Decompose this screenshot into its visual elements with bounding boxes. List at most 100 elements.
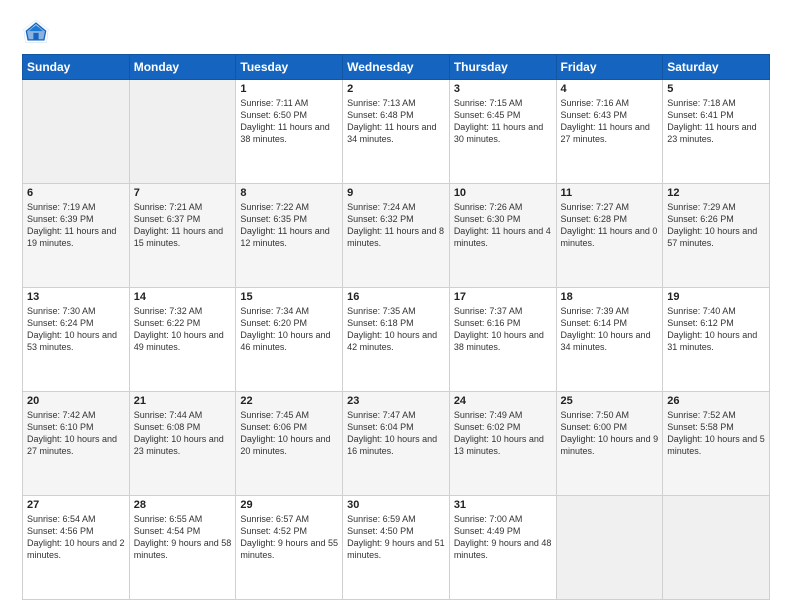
day-info: Sunrise: 7:45 AM Sunset: 6:06 PM Dayligh… xyxy=(240,409,338,458)
day-info: Sunrise: 7:15 AM Sunset: 6:45 PM Dayligh… xyxy=(454,97,552,146)
day-number: 20 xyxy=(27,395,125,407)
calendar-header-row: SundayMondayTuesdayWednesdayThursdayFrid… xyxy=(23,55,770,80)
day-info: Sunrise: 7:00 AM Sunset: 4:49 PM Dayligh… xyxy=(454,513,552,562)
day-number: 23 xyxy=(347,395,445,407)
calendar-cell xyxy=(129,80,236,184)
calendar-header-wednesday: Wednesday xyxy=(343,55,450,80)
day-info: Sunrise: 7:50 AM Sunset: 6:00 PM Dayligh… xyxy=(561,409,659,458)
day-info: Sunrise: 7:16 AM Sunset: 6:43 PM Dayligh… xyxy=(561,97,659,146)
calendar-cell xyxy=(663,496,770,600)
calendar-cell: 24 Sunrise: 7:49 AM Sunset: 6:02 PM Dayli… xyxy=(449,392,556,496)
day-info: Sunrise: 7:24 AM Sunset: 6:32 PM Dayligh… xyxy=(347,201,445,250)
calendar-cell: 17 Sunrise: 7:37 AM Sunset: 6:16 PM Dayli… xyxy=(449,288,556,392)
calendar-cell: 27Sunrise: 6:54 AM Sunset: 4:56 PM Dayli… xyxy=(23,496,130,600)
day-info: Sunrise: 7:29 AM Sunset: 6:26 PM Dayligh… xyxy=(667,201,765,250)
calendar-week-1: 1 Sunrise: 7:11 AM Sunset: 6:50 PM Daylig… xyxy=(23,80,770,184)
day-number: 3 xyxy=(454,83,552,95)
calendar-cell xyxy=(556,496,663,600)
day-number: 13 xyxy=(27,291,125,303)
day-info: Sunrise: 6:57 AM Sunset: 4:52 PM Dayligh… xyxy=(240,513,338,562)
calendar-cell: 23 Sunrise: 7:47 AM Sunset: 6:04 PM Dayli… xyxy=(343,392,450,496)
day-number: 14 xyxy=(134,291,232,303)
day-info: Sunrise: 7:47 AM Sunset: 6:04 PM Dayligh… xyxy=(347,409,445,458)
calendar-cell: 19 Sunrise: 7:40 AM Sunset: 6:12 PM Dayli… xyxy=(663,288,770,392)
day-info: Sunrise: 7:27 AM Sunset: 6:28 PM Dayligh… xyxy=(561,201,659,250)
day-number: 24 xyxy=(454,395,552,407)
header xyxy=(22,18,770,46)
day-info: Sunrise: 6:59 AM Sunset: 4:50 PM Dayligh… xyxy=(347,513,445,562)
day-number: 16 xyxy=(347,291,445,303)
calendar-cell: 29 Sunrise: 6:57 AM Sunset: 4:52 PM Dayli… xyxy=(236,496,343,600)
calendar-cell: 12 Sunrise: 7:29 AM Sunset: 6:26 PM Dayli… xyxy=(663,184,770,288)
calendar-cell: 18 Sunrise: 7:39 AM Sunset: 6:14 PM Dayli… xyxy=(556,288,663,392)
day-info: Sunrise: 7:42 AM Sunset: 6:10 PM Dayligh… xyxy=(27,409,125,458)
calendar-cell xyxy=(23,80,130,184)
day-info: Sunrise: 7:49 AM Sunset: 6:02 PM Dayligh… xyxy=(454,409,552,458)
calendar-week-3: 13Sunrise: 7:30 AM Sunset: 6:24 PM Dayli… xyxy=(23,288,770,392)
day-info: Sunrise: 7:40 AM Sunset: 6:12 PM Dayligh… xyxy=(667,305,765,354)
day-number: 27 xyxy=(27,499,125,511)
calendar-header-tuesday: Tuesday xyxy=(236,55,343,80)
day-number: 7 xyxy=(134,187,232,199)
day-number: 31 xyxy=(454,499,552,511)
calendar-cell: 31 Sunrise: 7:00 AM Sunset: 4:49 PM Dayli… xyxy=(449,496,556,600)
calendar-cell: 16 Sunrise: 7:35 AM Sunset: 6:18 PM Dayli… xyxy=(343,288,450,392)
calendar-header-thursday: Thursday xyxy=(449,55,556,80)
calendar-cell: 26 Sunrise: 7:52 AM Sunset: 5:58 PM Dayli… xyxy=(663,392,770,496)
calendar-cell: 28 Sunrise: 6:55 AM Sunset: 4:54 PM Dayli… xyxy=(129,496,236,600)
day-number: 4 xyxy=(561,83,659,95)
day-number: 19 xyxy=(667,291,765,303)
calendar-cell: 4 Sunrise: 7:16 AM Sunset: 6:43 PM Daylig… xyxy=(556,80,663,184)
logo xyxy=(22,18,54,46)
calendar-cell: 13Sunrise: 7:30 AM Sunset: 6:24 PM Dayli… xyxy=(23,288,130,392)
day-number: 2 xyxy=(347,83,445,95)
day-number: 25 xyxy=(561,395,659,407)
day-number: 28 xyxy=(134,499,232,511)
calendar-cell: 3 Sunrise: 7:15 AM Sunset: 6:45 PM Daylig… xyxy=(449,80,556,184)
day-number: 5 xyxy=(667,83,765,95)
day-info: Sunrise: 7:34 AM Sunset: 6:20 PM Dayligh… xyxy=(240,305,338,354)
page: SundayMondayTuesdayWednesdayThursdayFrid… xyxy=(0,0,792,612)
day-number: 21 xyxy=(134,395,232,407)
day-number: 1 xyxy=(240,83,338,95)
day-number: 10 xyxy=(454,187,552,199)
day-number: 29 xyxy=(240,499,338,511)
day-info: Sunrise: 7:44 AM Sunset: 6:08 PM Dayligh… xyxy=(134,409,232,458)
calendar-cell: 25 Sunrise: 7:50 AM Sunset: 6:00 PM Dayli… xyxy=(556,392,663,496)
day-info: Sunrise: 7:18 AM Sunset: 6:41 PM Dayligh… xyxy=(667,97,765,146)
day-number: 12 xyxy=(667,187,765,199)
day-number: 22 xyxy=(240,395,338,407)
day-info: Sunrise: 7:22 AM Sunset: 6:35 PM Dayligh… xyxy=(240,201,338,250)
calendar-cell: 5 Sunrise: 7:18 AM Sunset: 6:41 PM Daylig… xyxy=(663,80,770,184)
calendar-cell: 20 Sunrise: 7:42 AM Sunset: 6:10 PM Dayli… xyxy=(23,392,130,496)
calendar-header-monday: Monday xyxy=(129,55,236,80)
day-number: 6 xyxy=(27,187,125,199)
day-info: Sunrise: 7:11 AM Sunset: 6:50 PM Dayligh… xyxy=(240,97,338,146)
calendar-week-5: 27Sunrise: 6:54 AM Sunset: 4:56 PM Dayli… xyxy=(23,496,770,600)
day-info: Sunrise: 7:21 AM Sunset: 6:37 PM Dayligh… xyxy=(134,201,232,250)
day-info: Sunrise: 7:52 AM Sunset: 5:58 PM Dayligh… xyxy=(667,409,765,458)
calendar-header-sunday: Sunday xyxy=(23,55,130,80)
day-info: Sunrise: 7:19 AM Sunset: 6:39 PM Dayligh… xyxy=(27,201,125,250)
calendar-cell: 9 Sunrise: 7:24 AM Sunset: 6:32 PM Daylig… xyxy=(343,184,450,288)
day-number: 11 xyxy=(561,187,659,199)
day-number: 30 xyxy=(347,499,445,511)
calendar-cell: 11 Sunrise: 7:27 AM Sunset: 6:28 PM Dayli… xyxy=(556,184,663,288)
logo-icon xyxy=(22,18,50,46)
day-info: Sunrise: 7:37 AM Sunset: 6:16 PM Dayligh… xyxy=(454,305,552,354)
day-number: 26 xyxy=(667,395,765,407)
day-number: 17 xyxy=(454,291,552,303)
calendar-cell: 14 Sunrise: 7:32 AM Sunset: 6:22 PM Dayli… xyxy=(129,288,236,392)
day-info: Sunrise: 7:32 AM Sunset: 6:22 PM Dayligh… xyxy=(134,305,232,354)
calendar-cell: 21 Sunrise: 7:44 AM Sunset: 6:08 PM Dayli… xyxy=(129,392,236,496)
day-number: 9 xyxy=(347,187,445,199)
calendar-cell: 7 Sunrise: 7:21 AM Sunset: 6:37 PM Daylig… xyxy=(129,184,236,288)
day-info: Sunrise: 7:39 AM Sunset: 6:14 PM Dayligh… xyxy=(561,305,659,354)
day-number: 18 xyxy=(561,291,659,303)
day-number: 15 xyxy=(240,291,338,303)
day-info: Sunrise: 6:55 AM Sunset: 4:54 PM Dayligh… xyxy=(134,513,232,562)
day-info: Sunrise: 7:35 AM Sunset: 6:18 PM Dayligh… xyxy=(347,305,445,354)
day-number: 8 xyxy=(240,187,338,199)
calendar-cell: 15 Sunrise: 7:34 AM Sunset: 6:20 PM Dayli… xyxy=(236,288,343,392)
day-info: Sunrise: 7:13 AM Sunset: 6:48 PM Dayligh… xyxy=(347,97,445,146)
